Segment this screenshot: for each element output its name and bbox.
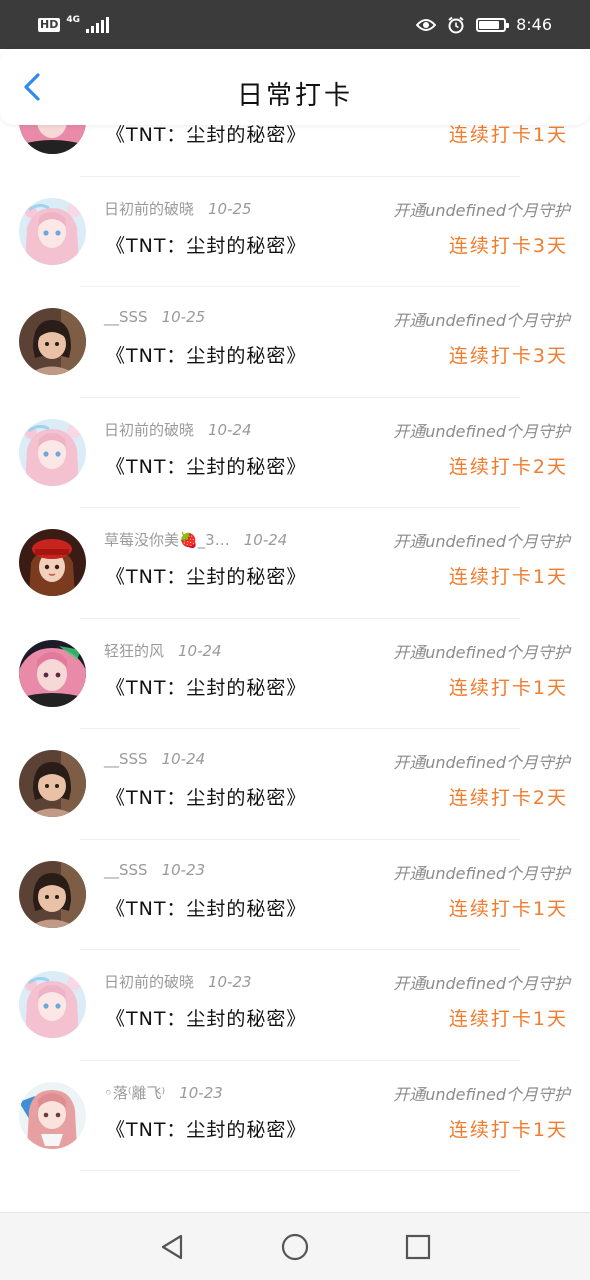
guard-status: 开通undefined个月守护 (393, 863, 570, 883)
back-triangle-icon (161, 1234, 182, 1259)
checkin-content: 《TNT：尘封的秘密》 (106, 566, 307, 588)
guard-status: 开通undefined个月守护 (393, 311, 570, 330)
checkin-content: 《TNT：尘封的秘密》 (106, 234, 307, 257)
checkin-content: 《TNT：尘封的秘密》 (106, 1118, 307, 1141)
guard-status: 开通undefined个月守护 (393, 200, 570, 220)
avatar[interactable] (19, 860, 86, 928)
clock: 8:46 (516, 15, 552, 34)
meta-line: __SSS 10-24 (104, 750, 205, 768)
avatar[interactable] (19, 308, 86, 375)
checkin-row[interactable]: __SSS 10-24 《TNT：尘封的秘密》 开通undefined个月守护连续打卡… (0, 729, 590, 840)
checkin-content: 《TNT：尘封的秘密》 (106, 455, 307, 478)
checkin-date: 10-25 (161, 308, 206, 326)
checkin-row[interactable]: 日初前的破晓 10-23 《TNT：尘封的秘密》 开通undefined个月守护连续打… (0, 950, 590, 1061)
streak-label: 连续打卡1天 (448, 676, 568, 699)
checkin-row[interactable]: ◦落⁽離飞⁾ 10-23 《TNT：尘封的秘密》 开通undefined个月守护连续打… (0, 1061, 590, 1171)
checkin-row[interactable]: __SSS 10-25 《TNT：尘封的秘密》 开通undefined个月守护连续打卡… (0, 287, 590, 398)
status-left: HD 4G (38, 15, 109, 33)
streak-label: 连续打卡1天 (448, 1118, 568, 1141)
username[interactable]: ◦落⁽離飞⁾ (104, 1082, 165, 1103)
checkin-date: 10-25 (208, 199, 252, 218)
username[interactable]: 轻狂的风 (104, 640, 164, 661)
battery-fill (479, 20, 500, 29)
username[interactable]: __SSS (104, 308, 148, 326)
username[interactable]: 日初前的破晓 (104, 198, 194, 219)
row-divider (80, 1170, 520, 1171)
meta-line: 草莓没你美🍓_3… 10-24 (104, 529, 287, 550)
checkin-date: 10-24 (243, 531, 288, 549)
checkin-row[interactable]: 日初前的破晓 10-25 《TNT：尘封的秘密》 开通undefined个月守护连续打… (0, 177, 590, 287)
streak-label: 连续打卡2天 (448, 455, 568, 478)
avatar[interactable] (19, 197, 86, 265)
streak-label: 连续打卡1天 (448, 566, 568, 588)
alarm-icon (446, 15, 466, 35)
app-header: 日常打卡 (0, 49, 590, 125)
network-type: 4G (66, 15, 80, 25)
username[interactable]: 日初前的破晓 (104, 419, 194, 440)
meta-line: __SSS 10-23 (104, 861, 205, 879)
nav-recents-button[interactable] (398, 1227, 438, 1267)
checkin-row[interactable]: 轻狂的风 10-24 《TNT：尘封的秘密》 开通undefined个月守护连续打卡1… (0, 619, 590, 729)
avatar[interactable] (19, 750, 86, 817)
checkin-date: 10-24 (208, 420, 252, 439)
system-nav-bar (0, 1212, 590, 1280)
username[interactable]: 草莓没你美🍓_3… (104, 529, 230, 550)
meta-line: ◦落⁽離飞⁾ 10-23 (104, 1082, 223, 1103)
checkin-content: 《TNT：尘封的秘密》 (106, 787, 307, 809)
battery-icon (476, 17, 510, 32)
checkin-date: 10-23 (179, 1083, 223, 1102)
status-right: 8:46 (416, 15, 552, 35)
streak-label: 连续打卡2天 (448, 787, 568, 809)
guard-status: 开通undefined个月守护 (393, 421, 570, 441)
avatar[interactable] (19, 1081, 86, 1149)
nav-home-button[interactable] (275, 1227, 315, 1267)
checkin-content: 《TNT：尘封的秘密》 (106, 1008, 307, 1030)
checkin-date: 10-23 (161, 860, 206, 879)
checkin-date: 10-23 (208, 973, 252, 991)
streak-label: 连续打卡3天 (448, 345, 568, 367)
username[interactable]: __SSS (104, 750, 148, 768)
home-circle-icon (281, 1233, 309, 1260)
meta-line: 日初前的破晓 10-23 (104, 971, 252, 992)
meta-line: __SSS 10-25 (104, 308, 205, 326)
avatar[interactable] (19, 529, 86, 596)
checkin-row[interactable]: 草莓没你美🍓_3… 10-24 《TNT：尘封的秘密》 开通undefined个月守护… (0, 508, 590, 619)
hd-badge: HD (38, 17, 61, 32)
streak-label: 连续打卡3天 (448, 234, 568, 257)
guard-status: 开通undefined个月守护 (393, 974, 570, 993)
checkin-content: 《TNT：尘封的秘密》 (106, 676, 307, 699)
eye-icon (416, 15, 437, 35)
meta-line: 日初前的破晓 10-25 (104, 198, 252, 219)
username[interactable]: 日初前的破晓 (104, 971, 194, 992)
guard-status: 开通undefined个月守护 (393, 642, 570, 662)
status-bar: HD 4G 8:46 (0, 0, 590, 49)
nav-back-button[interactable] (152, 1227, 192, 1267)
avatar[interactable] (19, 639, 86, 707)
meta-line: 日初前的破晓 10-24 (104, 419, 252, 440)
checkin-content: 《TNT：尘封的秘密》 (106, 345, 307, 367)
checkin-content: 《TNT：尘封的秘密》 (106, 897, 307, 920)
checkin-list: 轻狂的风10-26《TNT：尘封的秘密》开通undefined个月守护连续打卡1… (0, 108, 590, 1212)
checkin-date: 10-24 (178, 641, 222, 660)
checkin-date: 10-24 (161, 750, 206, 768)
avatar[interactable] (19, 971, 86, 1038)
signal-icon (86, 16, 109, 33)
guard-status: 开通undefined个月守护 (393, 753, 570, 772)
streak-label: 连续打卡1天 (448, 1008, 568, 1030)
page-title: 日常打卡 (236, 81, 353, 111)
guard-status: 开通undefined个月守护 (393, 1084, 570, 1104)
checkin-row[interactable]: 日初前的破晓 10-24 《TNT：尘封的秘密》 开通undefined个月守护连续打… (0, 398, 590, 508)
streak-label: 连续打卡1天 (448, 897, 568, 920)
username[interactable]: __SSS (104, 861, 148, 879)
avatar[interactable] (19, 418, 86, 486)
meta-line: 轻狂的风 10-24 (104, 640, 222, 661)
guard-status: 开通undefined个月守护 (393, 532, 570, 551)
recents-square-icon (406, 1234, 431, 1259)
checkin-row[interactable]: __SSS 10-23 《TNT：尘封的秘密》 开通undefined个月守护连续打卡… (0, 840, 590, 950)
